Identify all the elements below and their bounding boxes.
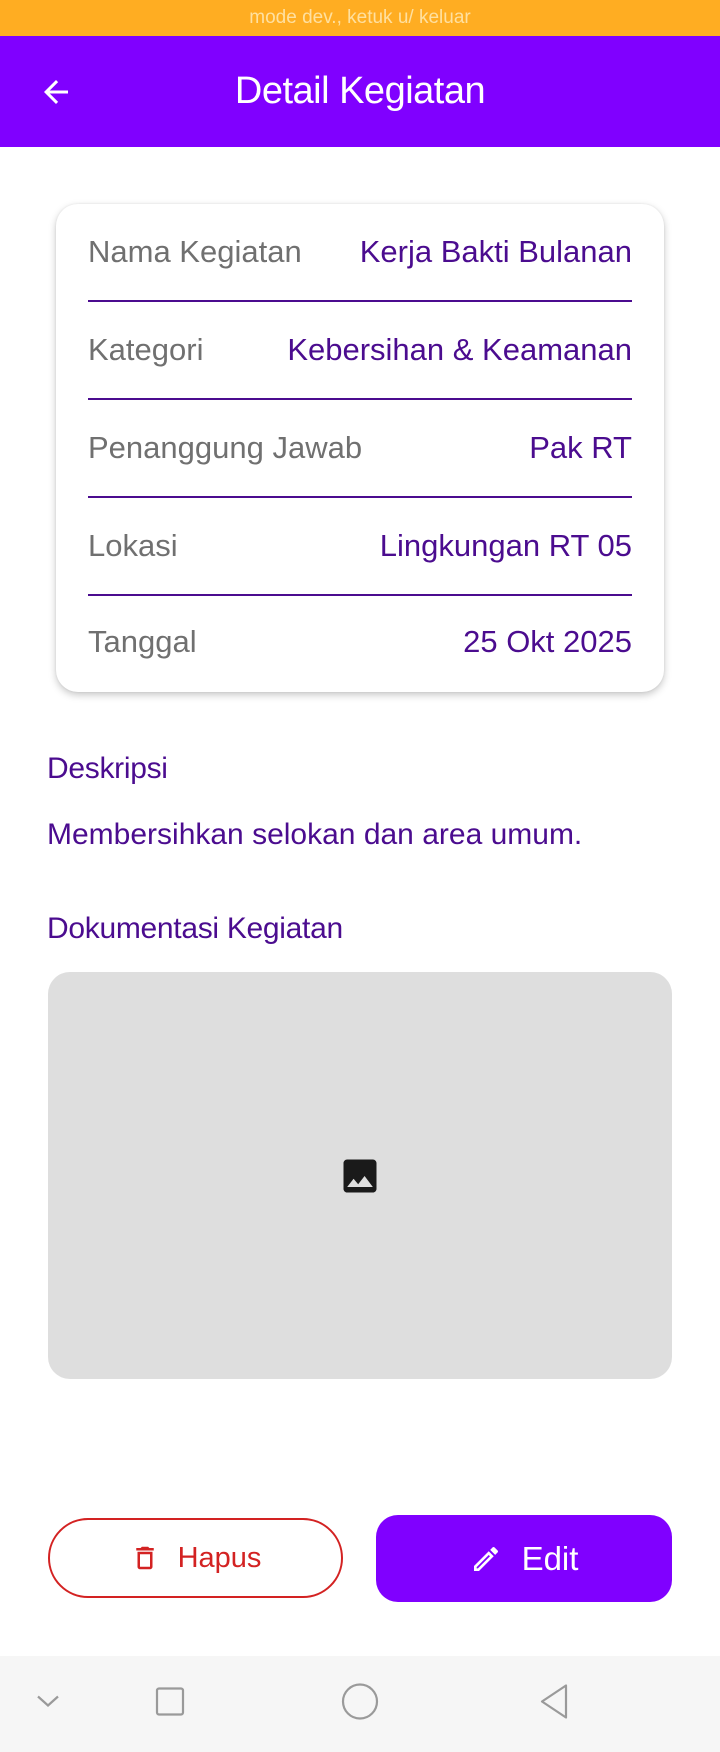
detail-value: Pak RT (529, 430, 632, 465)
dev-mode-text: mode dev., ketuk u/ keluar (249, 7, 471, 28)
trash-icon (135, 1546, 154, 1570)
nav-home-button[interactable] (340, 1682, 380, 1727)
app-bar: Detail Kegiatan (0, 36, 720, 147)
detail-label: Tanggal (88, 624, 197, 659)
documentation-image-placeholder[interactable] (48, 972, 672, 1379)
triangle-back-icon (540, 1684, 568, 1719)
detail-row-tanggal: Tanggal 25 Okt 2025 (88, 596, 632, 688)
page-title: Detail Kegiatan (234, 70, 486, 112)
dev-mode-banner[interactable]: mode dev., ketuk u/ keluar (0, 0, 720, 36)
detail-card: Nama Kegiatan Kerja Bakti Bulanan Katego… (56, 204, 664, 692)
detail-row-penanggung-jawab: Penanggung Jawab Pak RT (88, 400, 632, 498)
description-text: Membersihkan selokan dan area umum. (47, 818, 583, 851)
detail-label: Lokasi (88, 528, 178, 563)
nav-back-button[interactable] (536, 1682, 572, 1727)
image-icon (343, 1159, 377, 1192)
arrow-left-icon (44, 79, 68, 104)
detail-label: Penanggung Jawab (88, 430, 363, 465)
edit-button[interactable]: Edit (376, 1515, 672, 1602)
nav-hide-button[interactable] (34, 1692, 62, 1717)
delete-button[interactable]: Hapus (48, 1518, 343, 1598)
detail-label: Nama Kegiatan (88, 234, 302, 269)
system-navigation-bar (0, 1656, 720, 1752)
detail-row-lokasi: Lokasi Lingkungan RT 05 (88, 498, 632, 596)
description-heading: Deskripsi (47, 752, 168, 785)
detail-value: Kerja Bakti Bulanan (359, 234, 632, 269)
pencil-icon (473, 1546, 498, 1571)
detail-value: Kebersihan & Keamanan (287, 332, 632, 367)
detail-value: Lingkungan RT 05 (379, 528, 632, 563)
circle-icon (341, 1683, 379, 1720)
detail-row-kategori: Kategori Kebersihan & Keamanan (88, 302, 632, 400)
detail-row-nama-kegiatan: Nama Kegiatan Kerja Bakti Bulanan (88, 204, 632, 302)
detail-label: Kategori (88, 332, 204, 367)
nav-recents-button[interactable] (154, 1686, 186, 1723)
chevron-down-icon (37, 1695, 59, 1707)
back-button[interactable] (30, 66, 82, 118)
square-icon (155, 1687, 185, 1716)
documentation-heading: Dokumentasi Kegiatan (47, 912, 343, 945)
delete-button-label: Hapus (177, 1541, 262, 1574)
edit-button-label: Edit (521, 1539, 579, 1577)
detail-value: 25 Okt 2025 (463, 624, 632, 659)
